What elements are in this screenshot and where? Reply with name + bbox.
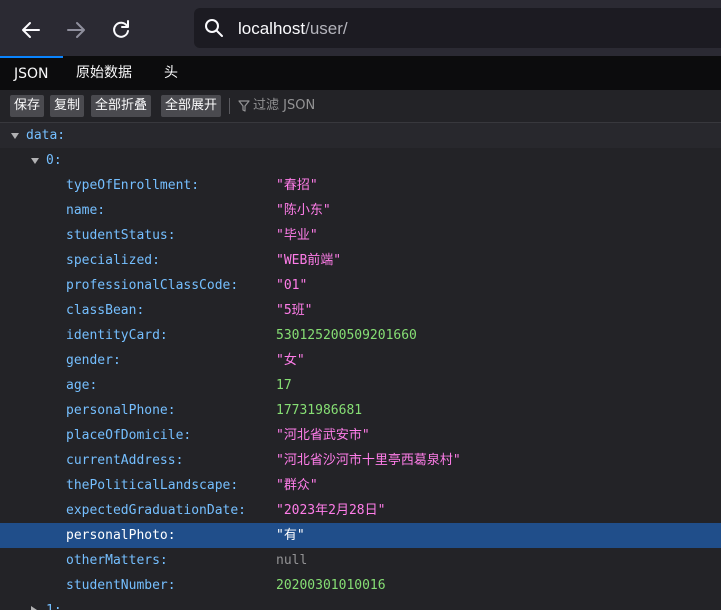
tree-value: 17	[276, 378, 292, 393]
tab-raw-data[interactable]: 原始数据	[62, 56, 146, 90]
tree-row-field[interactable]: gender: "女"	[0, 348, 721, 373]
tree-value: "01"	[276, 278, 308, 293]
toolbar-divider	[229, 98, 230, 114]
filter-placeholder: 过滤 JSON	[253, 98, 316, 113]
filter-icon	[238, 99, 250, 112]
tree-value: 17731986681	[276, 403, 363, 418]
tree-value: "女"	[276, 353, 305, 368]
back-arrow-icon	[22, 22, 40, 38]
url-bar[interactable]: localhost/user/	[194, 8, 721, 48]
tree-key: 0:	[46, 153, 62, 168]
tree-row-field[interactable]: placeOfDomicile: "河北省武安市"	[0, 423, 721, 448]
expand-caret-icon[interactable]	[11, 133, 19, 139]
tree-key: personalPhoto:	[66, 528, 176, 543]
tree-row-field[interactable]: studentNumber: 20200301010016	[0, 573, 721, 598]
tree-value: "有"	[276, 528, 305, 543]
filter-json-input[interactable]: 过滤 JSON	[238, 96, 315, 116]
tree-value: "WEB前端"	[276, 253, 342, 268]
tree-value: "河北省沙河市十里亭西葛泉村"	[276, 453, 461, 468]
tree-key: typeOfEnrollment:	[66, 178, 200, 193]
expand-caret-icon[interactable]	[31, 158, 39, 164]
viewer-tabs: JSON 原始数据 头	[0, 56, 721, 90]
tree-row-field[interactable]: age: 17	[0, 373, 721, 398]
tree-value: "春招"	[276, 178, 318, 193]
tree-row-field[interactable]: personalPhoto: "有"	[0, 523, 721, 548]
tree-key: thePoliticalLandscape:	[66, 478, 239, 493]
reload-icon	[113, 20, 129, 38]
reload-button[interactable]	[103, 12, 139, 48]
tree-row-data[interactable]: data:	[0, 123, 721, 148]
json-tree: data: 0: typeOfEnrollment: "春招" name: "陈小东"…	[0, 123, 721, 610]
tree-key: identityCard:	[66, 328, 168, 343]
tree-value: null	[276, 553, 308, 568]
tree-key: gender:	[66, 353, 121, 368]
copy-button[interactable]: 复制	[50, 95, 85, 117]
tree-row-field[interactable]: currentAddress: "河北省沙河市十里亭西葛泉村"	[0, 448, 721, 473]
tree-key: currentAddress:	[66, 453, 184, 468]
tab-headers[interactable]: 头	[150, 56, 192, 90]
tree-value: "毕业"	[276, 228, 318, 243]
tree-key: specialized:	[66, 253, 160, 268]
tree-key: data:	[26, 128, 66, 143]
tree-row-field[interactable]: expectedGraduationDate: "2023年2月28日"	[0, 498, 721, 523]
save-button[interactable]: 保存	[10, 95, 45, 117]
forward-button[interactable]	[58, 12, 94, 48]
search-icon	[205, 19, 223, 37]
tab-json[interactable]: JSON	[0, 56, 63, 90]
tree-row-item-1[interactable]: 1:	[0, 598, 721, 610]
tree-key: classBean:	[66, 303, 145, 318]
url-host: localhost	[238, 19, 306, 38]
url-path: /user/	[305, 19, 348, 38]
back-button[interactable]	[13, 12, 49, 48]
tree-value: 530125200509201660	[276, 328, 417, 343]
json-toolbar: 保存 复制 全部折叠 全部展开 过滤 JSON	[0, 90, 721, 123]
tree-value: "2023年2月28日"	[276, 503, 386, 518]
tree-key: professionalClassCode:	[66, 278, 239, 293]
collapse-all-button[interactable]: 全部折叠	[91, 95, 152, 117]
tree-row-field[interactable]: specialized: "WEB前端"	[0, 248, 721, 273]
tree-row-field[interactable]: otherMatters: null	[0, 548, 721, 573]
tree-row-field[interactable]: identityCard: 530125200509201660	[0, 323, 721, 348]
tree-row-field[interactable]: classBean: "5班"	[0, 298, 721, 323]
tree-key: personalPhone:	[66, 403, 176, 418]
url-text: localhost/user/	[238, 19, 348, 39]
tree-value: "河北省武安市"	[276, 428, 370, 443]
tree-key: placeOfDomicile:	[66, 428, 192, 443]
tree-row-field[interactable]: name: "陈小东"	[0, 198, 721, 223]
tree-row-field[interactable]: professionalClassCode: "01"	[0, 273, 721, 298]
browser-toolbar: localhost/user/	[0, 0, 721, 56]
tree-row-field[interactable]: thePoliticalLandscape: "群众"	[0, 473, 721, 498]
tree-key: otherMatters:	[66, 553, 168, 568]
tree-key: age:	[66, 378, 98, 393]
tree-key: expectedGraduationDate:	[66, 503, 247, 518]
expand-all-button[interactable]: 全部展开	[161, 95, 222, 117]
tree-row-item-0[interactable]: 0:	[0, 148, 721, 173]
collapsed-caret-icon[interactable]	[31, 606, 37, 610]
tree-key: 1:	[46, 598, 62, 610]
forward-arrow-icon	[67, 22, 85, 38]
tree-value: "陈小东"	[276, 203, 331, 218]
tree-key: studentStatus:	[66, 228, 176, 243]
tree-key: studentNumber:	[66, 578, 176, 593]
tree-key: name:	[66, 203, 106, 218]
tree-row-field[interactable]: personalPhone: 17731986681	[0, 398, 721, 423]
tree-value: "群众"	[276, 478, 318, 493]
tree-value: 20200301010016	[276, 578, 386, 593]
tree-row-field[interactable]: studentStatus: "毕业"	[0, 223, 721, 248]
tree-row-field[interactable]: typeOfEnrollment: "春招"	[0, 173, 721, 198]
tree-value: "5班"	[276, 303, 313, 318]
